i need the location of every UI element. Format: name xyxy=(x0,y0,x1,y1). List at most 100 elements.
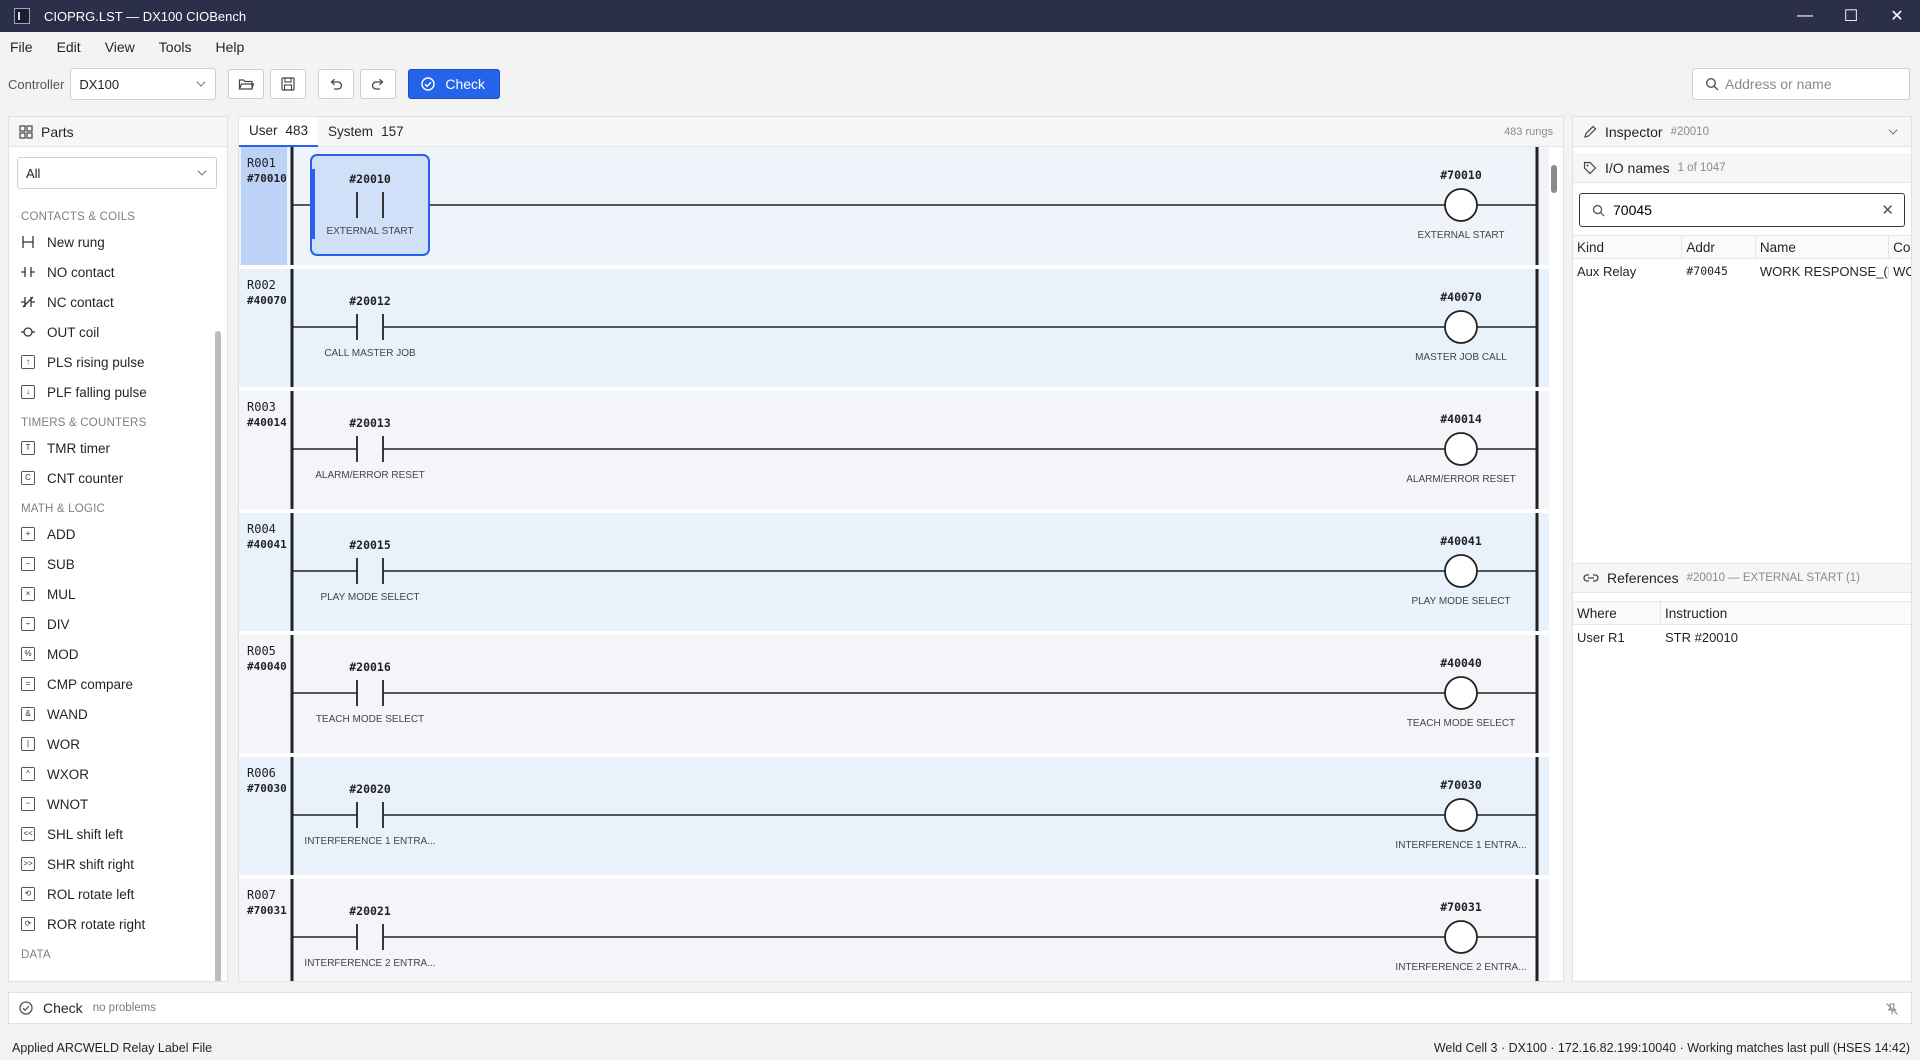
col-comment[interactable]: Co xyxy=(1889,236,1911,258)
counter-icon: C xyxy=(21,471,35,485)
part-item[interactable]: OUT coil xyxy=(9,317,214,347)
div-icon: ÷ xyxy=(21,617,35,631)
search-icon xyxy=(1705,77,1719,91)
undo-button[interactable] xyxy=(318,69,355,99)
open-button[interactable] xyxy=(228,69,265,99)
part-item[interactable]: NC contact xyxy=(9,287,214,317)
controller-select[interactable]: DX100 xyxy=(70,68,217,100)
io-search-input[interactable] xyxy=(1613,202,1863,218)
coil-address: #70010 xyxy=(1440,168,1482,182)
parts-filter-select[interactable]: All xyxy=(17,157,217,189)
rung-row[interactable] xyxy=(239,269,1549,387)
menu-tools[interactable]: Tools xyxy=(159,39,192,55)
part-item[interactable]: ^ WXOR xyxy=(9,759,214,789)
rung-row[interactable] xyxy=(239,757,1549,875)
parts-filter-value: All xyxy=(26,165,41,181)
contact-address: #20012 xyxy=(349,294,391,308)
minimize-button[interactable]: — xyxy=(1782,0,1828,32)
part-item[interactable]: ↓ PLF falling pulse xyxy=(9,377,214,407)
rung-row[interactable] xyxy=(239,635,1549,753)
io-search[interactable]: ✕ xyxy=(1579,193,1905,227)
references-sub: #20010 — EXTERNAL START (1) xyxy=(1686,572,1861,584)
part-item[interactable]: >> SHR shift right xyxy=(9,849,214,879)
out-coil-symbol[interactable] xyxy=(1444,310,1478,344)
save-button[interactable] xyxy=(270,69,307,99)
col-name[interactable]: Name xyxy=(1756,236,1890,258)
part-item[interactable]: ⟳ ROR rotate right xyxy=(9,909,214,939)
inspector-target: #20010 xyxy=(1670,125,1709,138)
part-item[interactable]: & WAND xyxy=(9,699,214,729)
out-coil-symbol[interactable] xyxy=(1444,798,1478,832)
part-label: WOR xyxy=(47,736,80,752)
part-item[interactable]: − SUB xyxy=(9,549,214,579)
menu-view[interactable]: View xyxy=(105,39,135,55)
tab-system[interactable]: System 157 xyxy=(318,117,414,147)
clear-icon[interactable]: ✕ xyxy=(1881,201,1894,219)
io-table-header: Kind Addr Name Co xyxy=(1573,235,1911,259)
ladder-scrollbar[interactable] xyxy=(1551,165,1557,193)
part-item[interactable]: | WOR xyxy=(9,729,214,759)
parts-scrollbar[interactable] xyxy=(215,331,221,981)
col-kind[interactable]: Kind xyxy=(1573,236,1683,258)
check-bar-status: no problems xyxy=(92,1002,156,1014)
check-button[interactable]: Check xyxy=(408,69,501,99)
contact-address: #20015 xyxy=(349,538,391,552)
out-coil-symbol[interactable] xyxy=(1444,554,1478,588)
rung-row[interactable] xyxy=(239,391,1549,509)
out-coil-symbol[interactable] xyxy=(1444,920,1478,954)
address-search[interactable] xyxy=(1692,68,1910,100)
contact-label: PLAY MODE SELECT xyxy=(320,592,419,603)
menu-edit[interactable]: Edit xyxy=(57,39,81,55)
out-coil-symbol[interactable] xyxy=(1444,676,1478,710)
part-item[interactable]: C CNT counter xyxy=(9,463,214,493)
out-coil-symbol[interactable] xyxy=(1444,432,1478,466)
rung-row[interactable] xyxy=(239,147,1549,265)
part-item[interactable]: = CMP compare xyxy=(9,669,214,699)
part-item[interactable]: ↑ PLS rising pulse xyxy=(9,347,214,377)
wor-icon: | xyxy=(21,737,35,751)
inspector-title: Inspector xyxy=(1605,123,1663,140)
tab-user[interactable]: User 483 xyxy=(239,117,319,147)
close-button[interactable]: ✕ xyxy=(1874,0,1920,32)
io-kind: Aux Relay xyxy=(1577,263,1637,279)
add-icon: + xyxy=(21,527,35,541)
part-item[interactable]: × MUL xyxy=(9,579,214,609)
redo-button[interactable] xyxy=(360,69,397,99)
coil-label: INTERFERENCE 1 ENTRA... xyxy=(1395,840,1526,851)
col-where[interactable]: Where xyxy=(1573,602,1661,624)
part-label: CMP compare xyxy=(47,676,134,692)
part-item[interactable]: ⟲ ROL rotate left xyxy=(9,879,214,909)
part-item[interactable]: ~ WNOT xyxy=(9,789,214,819)
inspector-header[interactable]: Inspector #20010 xyxy=(1573,117,1911,147)
ladder-diagram: R001 #70010 #20010 EXTERNAL START #70010 EXTE… xyxy=(239,147,1549,981)
col-addr[interactable]: Addr xyxy=(1682,236,1756,258)
out-coil-icon xyxy=(21,325,35,339)
coil-label: ALARM/ERROR RESET xyxy=(1406,474,1515,485)
coil-label: TEACH MODE SELECT xyxy=(1407,718,1515,729)
address-search-input[interactable] xyxy=(1725,76,1895,92)
pin-off-icon[interactable] xyxy=(1885,1002,1899,1016)
maximize-button[interactable]: ☐ xyxy=(1828,0,1874,32)
part-label: NO contact xyxy=(47,264,115,280)
rung-address: #40040 xyxy=(247,660,287,673)
table-row[interactable]: User R1 STR #20010 xyxy=(1573,625,1911,649)
part-item[interactable]: % MOD xyxy=(9,639,214,669)
part-item[interactable]: New rung xyxy=(9,227,214,257)
part-item[interactable]: ÷ DIV xyxy=(9,609,214,639)
parts-header: Parts xyxy=(9,117,227,147)
chevron-down-icon[interactable] xyxy=(1888,125,1898,135)
part-item[interactable]: NO contact xyxy=(9,257,214,287)
out-coil-symbol[interactable] xyxy=(1444,188,1478,222)
rung-row[interactable] xyxy=(239,513,1549,631)
part-item[interactable]: + ADD xyxy=(9,519,214,549)
menu-file[interactable]: File xyxy=(10,39,33,55)
rung-id: R007 xyxy=(247,888,276,902)
menu-help[interactable]: Help xyxy=(215,39,244,55)
contact-label: EXTERNAL START xyxy=(326,226,413,237)
tab-system-label: System xyxy=(328,124,374,139)
contact-label: INTERFERENCE 2 ENTRA... xyxy=(304,958,435,969)
col-instruction[interactable]: Instruction xyxy=(1661,602,1911,624)
part-item[interactable]: << SHL shift left xyxy=(9,819,214,849)
table-row[interactable]: Aux Relay #70045 WORK RESPONSE_(PSI WO xyxy=(1573,259,1911,283)
part-item[interactable]: T TMR timer xyxy=(9,433,214,463)
